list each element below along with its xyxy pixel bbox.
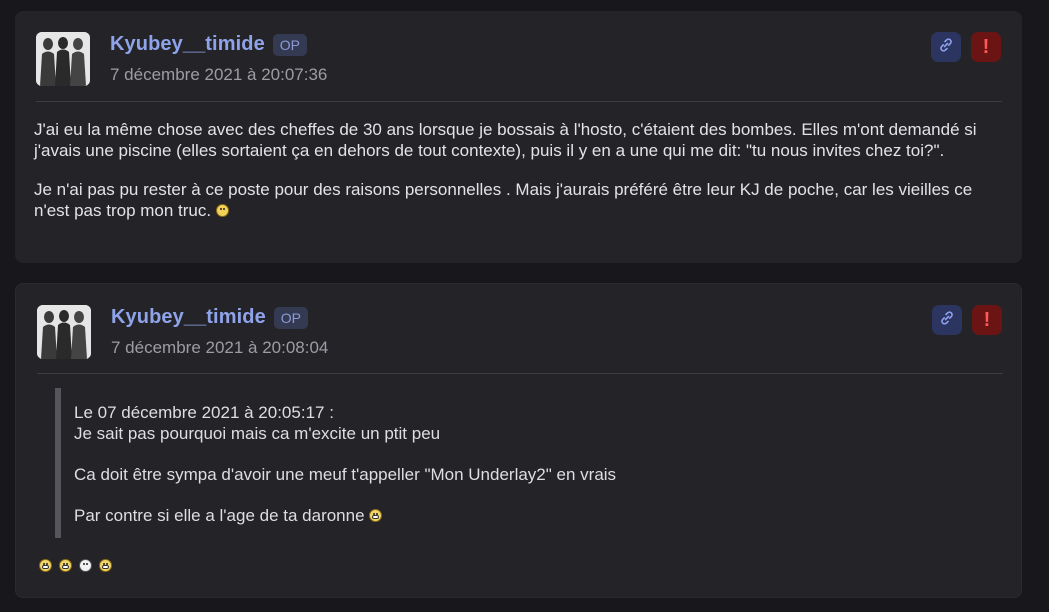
quote-line: Par contre si elle a l'age de ta daronne	[74, 505, 985, 526]
report-button[interactable]: !	[972, 305, 1002, 335]
post-body: J'ai eu la même chose avec des cheffes d…	[34, 119, 994, 239]
quote-line: Ca doit être sympa d'avoir une meuf t'ap…	[74, 465, 617, 484]
author-name[interactable]: Kyubey__timide	[111, 306, 266, 329]
author-block: Kyubey__timide OP	[110, 33, 308, 56]
post-paragraph: J'ai eu la même chose avec des cheffes d…	[34, 120, 977, 160]
report-button[interactable]: !	[971, 32, 1001, 62]
forum-post: Kyubey__timide OP 7 décembre 2021 à 20:0…	[15, 283, 1022, 598]
post-paragraph: Je n'ai pas pu rester à ce poste pour de…	[34, 179, 994, 221]
link-icon	[938, 37, 954, 58]
skull-smiley-icon	[79, 559, 92, 572]
op-badge: OP	[273, 306, 309, 329]
forum-post: Kyubey__timide OP 7 décembre 2021 à 20:0…	[15, 11, 1022, 263]
exclamation-icon: !	[983, 308, 991, 331]
exclamation-icon: !	[982, 35, 990, 58]
quote-block: Le 07 décembre 2021 à 20:05:17 : Je sait…	[55, 388, 985, 538]
permalink-button[interactable]	[932, 305, 962, 335]
grin-smiley-icon	[369, 509, 383, 522]
quote-header: Le 07 décembre 2021 à 20:05:17 :	[74, 403, 334, 422]
grin-smiley-icon	[99, 559, 112, 572]
quote-line: Je sait pas pourquoi mais ca m'excite un…	[74, 424, 441, 443]
grin-smiley-icon	[39, 559, 52, 572]
post-date[interactable]: 7 décembre 2021 à 20:07:36	[110, 65, 327, 85]
quote-line-text: Par contre si elle a l'age de ta daronne	[74, 506, 365, 525]
author-block: Kyubey__timide OP	[111, 306, 309, 329]
avatar[interactable]	[36, 32, 90, 86]
op-badge: OP	[272, 33, 308, 56]
author-name[interactable]: Kyubey__timide	[110, 33, 265, 56]
avatar[interactable]	[37, 305, 91, 359]
divider	[37, 373, 1003, 374]
link-icon	[939, 310, 955, 331]
permalink-button[interactable]	[931, 32, 961, 62]
post-date[interactable]: 7 décembre 2021 à 20:08:04	[111, 338, 328, 358]
grin-smiley-icon	[59, 559, 72, 572]
smiley-row	[39, 559, 112, 572]
divider	[36, 101, 1002, 102]
smiley-icon	[215, 204, 229, 217]
post-paragraph-text: Je n'ai pas pu rester à ce poste pour de…	[34, 180, 973, 220]
